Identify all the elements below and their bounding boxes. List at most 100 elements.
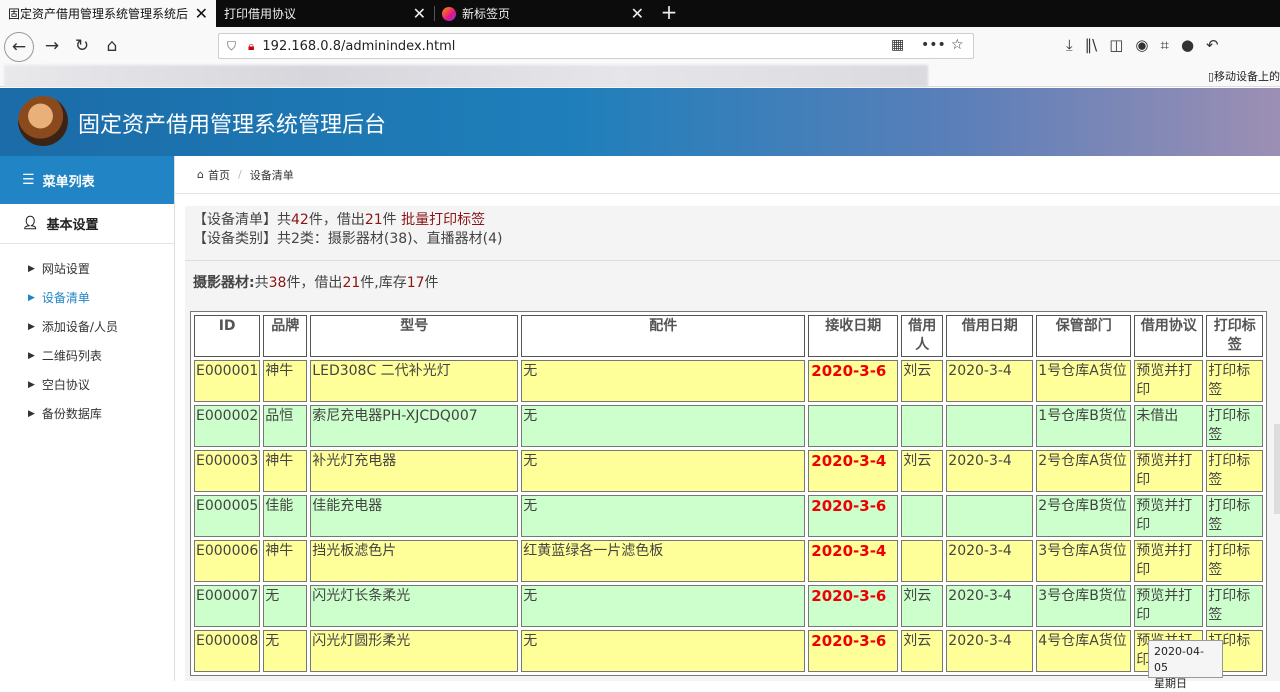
breadcrumb-separator: / [237, 168, 242, 181]
table-row: E000008 无闪光灯圆形柔光无 2020-3-6 刘云 2020-3-4 4号仓库A货… [194, 630, 1264, 672]
sidebar-icon[interactable]: ◫ [1109, 36, 1123, 54]
tab-title: 打印借用协议 [224, 7, 297, 21]
home-icon[interactable]: ⌂ [100, 34, 124, 58]
cell-model: 索尼充电器PH-XJCDQ007 [310, 405, 519, 447]
mobile-bookmarks[interactable]: ▯移动设备上的 [1208, 68, 1280, 84]
breadcrumb-home[interactable]: 首页 [208, 167, 230, 183]
cell-borrow-date: 2020-3-4 [946, 360, 1034, 402]
cell-print-label[interactable]: 打印标签 [1206, 450, 1264, 492]
summary-text: 【设备清单】共 [193, 212, 291, 228]
cell-accessory: 红黄蓝绿各一片滤色板 [521, 540, 806, 582]
cell-print-label[interactable]: 打印标签 [1206, 360, 1264, 402]
download-icon[interactable]: ⤓ [1066, 36, 1073, 54]
sidebar-item-label: 网站设置 [41, 262, 90, 276]
cell-print-label[interactable]: 打印标签 [1206, 540, 1264, 582]
sidebar-item-qrcode-list[interactable]: ▶ 二维码列表 [0, 341, 174, 370]
cell-department: 4号仓库A货位 [1036, 630, 1132, 672]
cell-borrower: 刘云 [901, 585, 944, 627]
summary-text: 件 [382, 212, 397, 228]
tab-admin[interactable]: 固定资产借用管理系统管理系统后台 ✕ [0, 0, 216, 27]
cell-accessory: 无 [521, 495, 806, 537]
summary-text: 件，借出 [308, 212, 365, 228]
cell-agreement[interactable]: 预览并打印 [1134, 495, 1204, 537]
cell-id: E000005 [194, 495, 261, 537]
address-bar[interactable]: ⛉ 🔒︎ 192.168.0.8/adminindex.html ▦ ••• ☆ [218, 33, 974, 59]
tab-new[interactable]: 新标签页 ✕ [434, 0, 652, 27]
sidebar-item-site-settings[interactable]: ▶ 网站设置 [0, 254, 174, 283]
close-icon[interactable]: ✕ [631, 4, 644, 23]
account-icon[interactable]: ◉ [1135, 36, 1148, 54]
bookmarks-bar: ▯移动设备上的 [0, 65, 1280, 87]
cell-id: E000003 [194, 450, 261, 492]
batch-print-link[interactable]: 批量打印标签 [401, 212, 485, 228]
library-icon[interactable]: ∥\ [1085, 36, 1098, 54]
tab-title: 固定资产借用管理系统管理系统后台 [8, 7, 188, 21]
cell-receive-date: 2020-3-6 [808, 585, 899, 627]
avatar [18, 96, 68, 146]
close-icon[interactable]: ✕ [413, 4, 426, 23]
tab-title: 新标签页 [462, 7, 511, 21]
table-row: E000005 佳能 佳能充电器无 2020-3-6 2号仓库B货位 预览并打印 打印标签 [194, 495, 1264, 537]
cell-agreement[interactable]: 预览并打印 [1134, 585, 1204, 627]
cell-brand: 佳能 [263, 495, 308, 537]
summary-line-2: 【设备类别】共2类：摄影器材(38)、直播器材(4) [193, 231, 503, 247]
new-tab-plus-icon[interactable]: + [656, 0, 682, 24]
cell-department: 1号仓库A货位 [1036, 360, 1132, 402]
screenshot-icon[interactable]: ⌗ [1160, 36, 1168, 54]
cell-receive-date: 2020-3-6 [808, 630, 899, 672]
sidebar-item-label: 二维码列表 [41, 349, 102, 363]
cell-agreement[interactable]: 预览并打印 [1134, 450, 1204, 492]
table-row: E000003 神牛 补光灯充电器无 2020-3-4 刘云 2020-3-4 2号仓库A货… [194, 450, 1264, 492]
sidebar-item-add-device[interactable]: ▶ 添加设备/人员 [0, 312, 174, 341]
sidebar-item-label: 添加设备/人员 [41, 320, 118, 334]
close-icon[interactable]: ✕ [195, 4, 208, 23]
undo-icon[interactable]: ↶ [1206, 36, 1219, 54]
qr-code-icon[interactable]: ▦ [891, 37, 904, 53]
cell-borrow-date: 2020-3-4 [946, 540, 1034, 582]
url-text[interactable]: 192.168.0.8/adminindex.html [262, 39, 455, 54]
reload-icon[interactable]: ↻ [70, 34, 94, 58]
cell-agreement[interactable]: 未借出 [1134, 405, 1204, 447]
tab-print-agreement[interactable]: 打印借用协议 ✕ [216, 0, 434, 27]
device-table: ID 品牌 型号 配件 接收日期 借用人 借用日期 保管部门 借用协议 打印标签… [190, 311, 1268, 676]
cell-department: 2号仓库B货位 [1036, 495, 1132, 537]
mobile-bookmarks-label: 移动设备上的 [1214, 70, 1280, 83]
cell-receive-date: 2020-3-6 [808, 495, 899, 537]
bookmark-star-icon[interactable]: ☆ [951, 37, 964, 53]
firefox-icon [442, 6, 456, 21]
insecure-lock-icon[interactable]: 🔒︎ [248, 39, 254, 54]
cell-id: E000007 [194, 585, 261, 627]
toolbar-icons: ⤓ ∥\ ◫ ◉ ⌗ ● ↶ [1066, 36, 1219, 54]
sidebar-item-device-list[interactable]: ▶ 设备清单 [0, 283, 174, 312]
cell-borrow-date: 2020-3-4 [946, 630, 1034, 672]
sidebar-item-backup-db[interactable]: ▶ 备份数据库 [0, 399, 174, 428]
table-row: E000007 无闪光灯长条柔光无 2020-3-6 刘云 2020-3-4 3号仓库B货… [194, 585, 1264, 627]
cell-print-label[interactable]: 打印标签 [1206, 405, 1264, 447]
table-row: E000001 神牛 LED308C 二代补光灯无 2020-3-6 刘云 2020-3-… [194, 360, 1264, 402]
tooltip-weekday: 星期日 [1154, 677, 1187, 690]
cell-receive-date: 2020-3-4 [808, 540, 899, 582]
caret-right-icon: ▶ [28, 263, 35, 274]
sidebar-item-blank-agreement[interactable]: ▶ 空白协议 [0, 370, 174, 399]
section-basic-settings[interactable]: 👤︎ 基本设置 [0, 204, 174, 244]
scrollbar[interactable] [1274, 424, 1280, 514]
forward-arrow-icon[interactable]: → [40, 34, 64, 58]
caret-right-icon: ▶ [28, 379, 35, 390]
site-header: 固定资产借用管理系统管理后台 [0, 88, 1280, 156]
sidebar-item-label: 备份数据库 [41, 407, 102, 421]
menu-header[interactable]: ☰ 菜单列表 [0, 156, 174, 204]
back-arrow-icon[interactable]: ← [4, 32, 34, 62]
cell-print-label[interactable]: 打印标签 [1206, 495, 1264, 537]
cell-print-label[interactable]: 打印标签 [1206, 585, 1264, 627]
cell-model: 闪光灯圆形柔光 [310, 630, 519, 672]
more-dots-icon[interactable]: ••• [921, 37, 946, 53]
chat-icon[interactable]: ● [1181, 36, 1194, 54]
cell-brand: 神牛 [263, 360, 308, 402]
cell-agreement[interactable]: 预览并打印 [1134, 540, 1204, 582]
cell-agreement[interactable]: 预览并打印 [1134, 360, 1204, 402]
shield-icon[interactable]: ⛉ [227, 39, 236, 54]
col-agreement: 借用协议 [1134, 315, 1204, 357]
cell-accessory: 无 [521, 450, 806, 492]
cell-borrow-date: 2020-3-4 [946, 585, 1034, 627]
cell-model: 挡光板滤色片 [310, 540, 519, 582]
